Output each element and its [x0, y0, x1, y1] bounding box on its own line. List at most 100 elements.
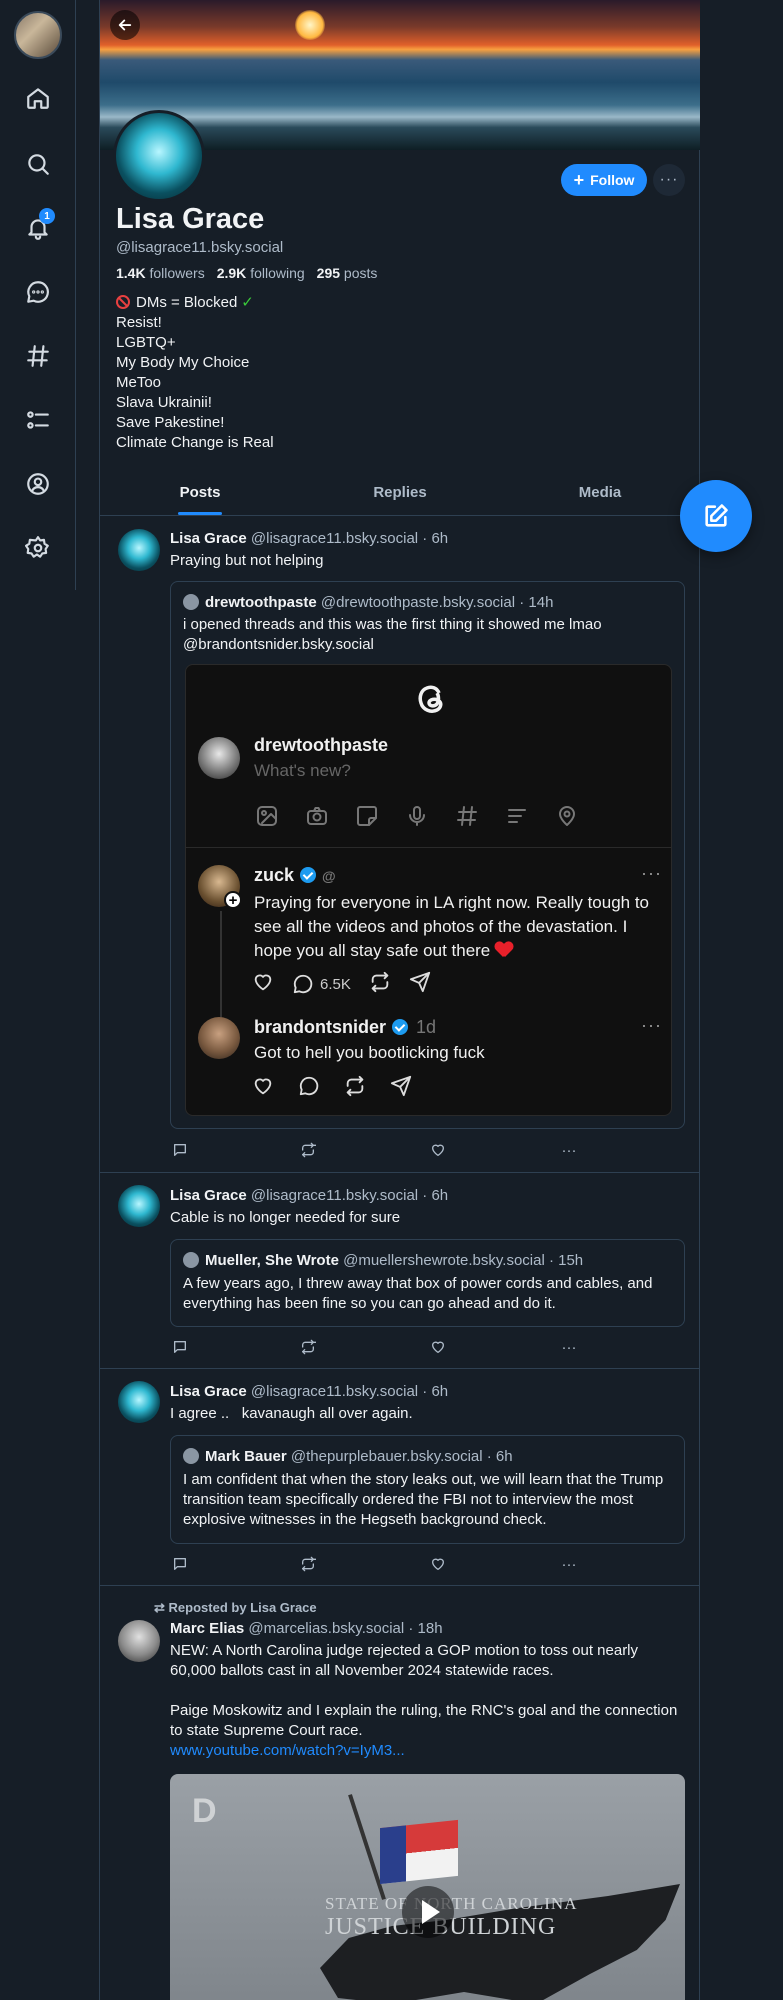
verified-icon: [392, 1019, 409, 1035]
ellipsis-icon[interactable]: ···: [641, 863, 662, 884]
notifications-icon[interactable]: 1: [22, 208, 55, 244]
more-icon[interactable]: ···: [559, 1337, 579, 1357]
quote-text: A few years ago, I threw away that box o…: [183, 1275, 653, 1312]
quote-text: I am confident that when the story leaks…: [183, 1471, 664, 1528]
check-icon: ✓: [241, 294, 254, 311]
post-header: Lisa Grace @lisagrace11.bsky.social · 6h: [170, 1187, 449, 1204]
profile-icon[interactable]: [22, 468, 54, 500]
profile-stats: 1.4K followers 2.9K following 295 posts: [116, 265, 377, 281]
post-avatar[interactable]: [118, 529, 160, 571]
quote-avatar: [183, 594, 199, 610]
threads-logo-icon: [411, 679, 451, 719]
quote-post[interactable]: drewtoothpaste @drewtoothpaste.bsky.soci…: [170, 581, 685, 1129]
post-link[interactable]: www.youtube.com/watch?v=IyM3...: [170, 1741, 680, 1761]
feed-post[interactable]: Lisa Grace @lisagrace11.bsky.social · 6h…: [100, 1369, 700, 1586]
follow-button[interactable]: + Follow: [561, 164, 647, 196]
post-avatar[interactable]: [118, 1381, 160, 1423]
post-text: Paige Moskowitz and I explain the ruling…: [170, 1702, 678, 1739]
post-text: Praying but not helping: [170, 552, 324, 569]
ellipsis-icon: ···: [659, 171, 679, 188]
reply2-actions: [252, 1075, 412, 1101]
compose-button[interactable]: [680, 480, 752, 552]
like-icon[interactable]: [428, 1140, 448, 1160]
quote-header: Mark Bauer @thepurplebauer.bsky.social ·…: [183, 1448, 513, 1465]
quote-text: i opened threads and this was the first …: [183, 616, 602, 653]
divider: [186, 847, 671, 848]
no-entry-icon: [116, 295, 130, 309]
like-icon[interactable]: [428, 1337, 448, 1357]
current-user-avatar[interactable]: [14, 11, 62, 59]
feed-post[interactable]: Lisa Grace @lisagrace11.bsky.social · 6h…: [100, 1173, 700, 1369]
settings-icon[interactable]: [22, 532, 54, 564]
more-icon[interactable]: ···: [559, 1554, 579, 1574]
repost-indicator[interactable]: ⇄ Reposted by Lisa Grace: [154, 1600, 317, 1616]
back-button[interactable]: [110, 10, 140, 40]
tab-posts[interactable]: Posts: [100, 470, 300, 515]
bio-line: LGBTQ+: [116, 334, 176, 351]
post-text: NEW: A North Carolina judge rejected a G…: [170, 1642, 639, 1679]
bio-line: Slava Ukrainii!: [116, 394, 212, 411]
profile-tabs: Posts Replies Media: [100, 470, 700, 516]
followers-stat[interactable]: 1.4K followers: [116, 265, 205, 281]
post-header: Lisa Grace @lisagrace11.bsky.social · 6h: [170, 530, 449, 547]
like-icon[interactable]: [428, 1554, 448, 1574]
red-heart-icon: [495, 942, 513, 958]
threads-screenshot[interactable]: drewtoothpaste What's new? + zuck@ ···: [185, 664, 672, 1116]
arrow-left-icon: [118, 19, 132, 31]
heart-icon: [252, 1075, 274, 1101]
comment-icon: [293, 974, 313, 994]
bio-line: MeToo: [116, 374, 162, 391]
threads-mark-icon: @: [322, 868, 336, 884]
post-text: I agree .. kavanaugh all over again.: [170, 1405, 413, 1422]
ellipsis-icon[interactable]: ···: [641, 1015, 662, 1036]
reply-icon[interactable]: [170, 1337, 190, 1357]
post-header: Marc Elias @marcelias.bsky.social · 18h: [170, 1620, 443, 1637]
home-icon[interactable]: [22, 82, 54, 114]
quote-header: drewtoothpaste @drewtoothpaste.bsky.soci…: [183, 594, 553, 611]
bio-line: Resist!: [116, 314, 162, 331]
repost-icon[interactable]: [298, 1554, 318, 1574]
more-icon[interactable]: ···: [559, 1140, 579, 1160]
lists-icon[interactable]: [22, 404, 54, 436]
tab-media[interactable]: Media: [500, 470, 700, 515]
search-icon[interactable]: [22, 148, 54, 180]
quote-avatar: [183, 1448, 199, 1464]
feed-post[interactable]: ⇄ Reposted by Lisa Grace Marc Elias @mar…: [100, 1586, 700, 2000]
quote-post[interactable]: Mueller, She Wrote @muellershewrote.bsky…: [170, 1239, 685, 1327]
comment-count: 6.5K: [292, 973, 351, 995]
more-options-button[interactable]: ···: [653, 164, 685, 196]
profile-avatar[interactable]: [113, 110, 205, 202]
profile-bio: DMs = Blocked ✓ Resist! LGBTQ+ My Body My…: [116, 294, 274, 451]
profile-name: Lisa Grace: [116, 203, 265, 235]
quote-post[interactable]: Mark Bauer @thepurplebauer.bsky.social ·…: [170, 1435, 685, 1544]
feed-post[interactable]: Lisa Grace @lisagrace11.bsky.social · 6h…: [100, 517, 700, 1173]
plus-icon: +: [573, 170, 585, 190]
reply-icon[interactable]: [170, 1554, 190, 1574]
gallery-icon: [254, 803, 280, 829]
play-button[interactable]: [402, 1886, 454, 1938]
repost-icon[interactable]: [298, 1337, 318, 1357]
chat-icon[interactable]: [22, 276, 54, 308]
post-actions: ···: [170, 1337, 577, 1357]
post-avatar[interactable]: [118, 1620, 160, 1662]
hashtag-icon[interactable]: [22, 340, 54, 372]
comment-icon: [298, 1075, 320, 1101]
reply1-text: Praying for everyone in LA right now. Re…: [254, 893, 650, 960]
reply-icon[interactable]: [170, 1140, 190, 1160]
composer-name: drewtoothpaste: [254, 735, 389, 755]
location-icon: [554, 803, 580, 829]
post-avatar[interactable]: [118, 1185, 160, 1227]
gif-icon: [354, 803, 380, 829]
tab-replies[interactable]: Replies: [300, 470, 500, 515]
repost-icon[interactable]: [298, 1140, 318, 1160]
heart-icon: [252, 971, 274, 997]
video-embed[interactable]: D STATE OF NORTH CAROLINA JUSTICE BUILDI…: [170, 1774, 685, 2000]
hashtag-icon: [454, 803, 480, 829]
repost-icon: [369, 971, 391, 997]
following-stat[interactable]: 2.9K following: [217, 265, 305, 281]
composer-avatar: [198, 737, 240, 779]
align-left-icon: [504, 803, 530, 829]
notification-badge: 1: [39, 208, 55, 224]
send-icon: [390, 1075, 412, 1101]
camera-icon: [304, 803, 330, 829]
